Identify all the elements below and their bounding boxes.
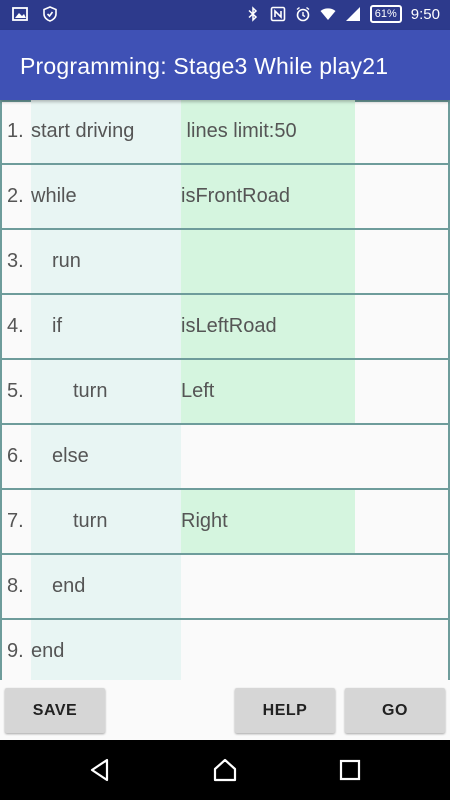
line-number: 4. (7, 315, 24, 337)
line-number: 2. (7, 185, 24, 207)
alarm-icon (296, 6, 310, 22)
row-border (0, 360, 2, 423)
program-line[interactable]: 8. end (0, 555, 450, 620)
program-line[interactable]: 5. turn Left (0, 360, 450, 425)
command-label[interactable]: while (31, 185, 77, 208)
row-border (0, 555, 2, 618)
row-border (0, 295, 2, 358)
row-border (0, 230, 2, 293)
app-bar: Programming: Stage3 While play21 (0, 30, 450, 100)
row-border (0, 620, 2, 680)
line-number: 6. (7, 445, 24, 467)
program-line[interactable]: 1. start driving lines limit:50 (0, 100, 450, 165)
command-label[interactable]: end (31, 640, 64, 663)
bottom-toolbar: SAVE HELP GO (0, 680, 450, 740)
command-label[interactable]: else (52, 445, 89, 468)
program-line[interactable]: 7. turn Right (0, 490, 450, 555)
bluetooth-icon (248, 6, 257, 22)
row-border (0, 425, 2, 488)
program-line[interactable]: 6. else (0, 425, 450, 490)
nfc-icon (270, 6, 286, 22)
line-number: 3. (7, 250, 24, 272)
save-button[interactable]: SAVE (5, 688, 105, 733)
program-list[interactable]: 1. start driving lines limit:50 2. while isF… (0, 100, 450, 680)
program-line[interactable]: 4. if isLeftRoad (0, 295, 450, 360)
command-label[interactable]: if (52, 315, 62, 338)
line-number: 1. (7, 120, 24, 142)
command-label[interactable]: turn (73, 510, 107, 533)
signal-icon (345, 7, 360, 21)
command-label[interactable]: start driving (31, 120, 134, 143)
argument-label[interactable]: lines limit:50 (181, 120, 297, 143)
program-line[interactable]: 3. run (0, 230, 450, 295)
argument-label[interactable]: Right (181, 510, 228, 533)
program-line[interactable]: 9. end (0, 620, 450, 680)
wifi-icon (320, 8, 336, 20)
argument-label[interactable]: isFrontRoad (181, 185, 290, 208)
status-bar: 61% 9:50 (0, 0, 450, 30)
line-number: 8. (7, 575, 24, 597)
image-icon (12, 7, 28, 21)
row-border (0, 100, 2, 163)
recents-icon[interactable] (337, 757, 363, 783)
back-icon[interactable] (87, 757, 113, 783)
command-label[interactable]: run (52, 250, 81, 273)
page-title: Programming: Stage3 While play21 (20, 53, 389, 79)
home-icon[interactable] (212, 757, 238, 783)
clock: 9:50 (410, 5, 440, 23)
row-border (0, 490, 2, 553)
program-line[interactable]: 2. while isFrontRoad (0, 165, 450, 230)
argument-label[interactable]: isLeftRoad (181, 315, 277, 338)
help-button[interactable]: HELP (235, 688, 335, 733)
shield-icon (43, 6, 57, 22)
line-number: 7. (7, 510, 24, 532)
command-label[interactable]: end (52, 575, 85, 598)
line-number: 5. (7, 380, 24, 402)
navigation-bar (0, 740, 450, 800)
row-border (0, 165, 2, 228)
battery-indicator: 61% (369, 5, 402, 23)
go-button[interactable]: GO (345, 688, 445, 733)
line-number: 9. (7, 640, 24, 662)
argument-label[interactable]: Left (181, 380, 214, 403)
command-label[interactable]: turn (73, 380, 107, 403)
argument-cell[interactable] (181, 230, 355, 293)
